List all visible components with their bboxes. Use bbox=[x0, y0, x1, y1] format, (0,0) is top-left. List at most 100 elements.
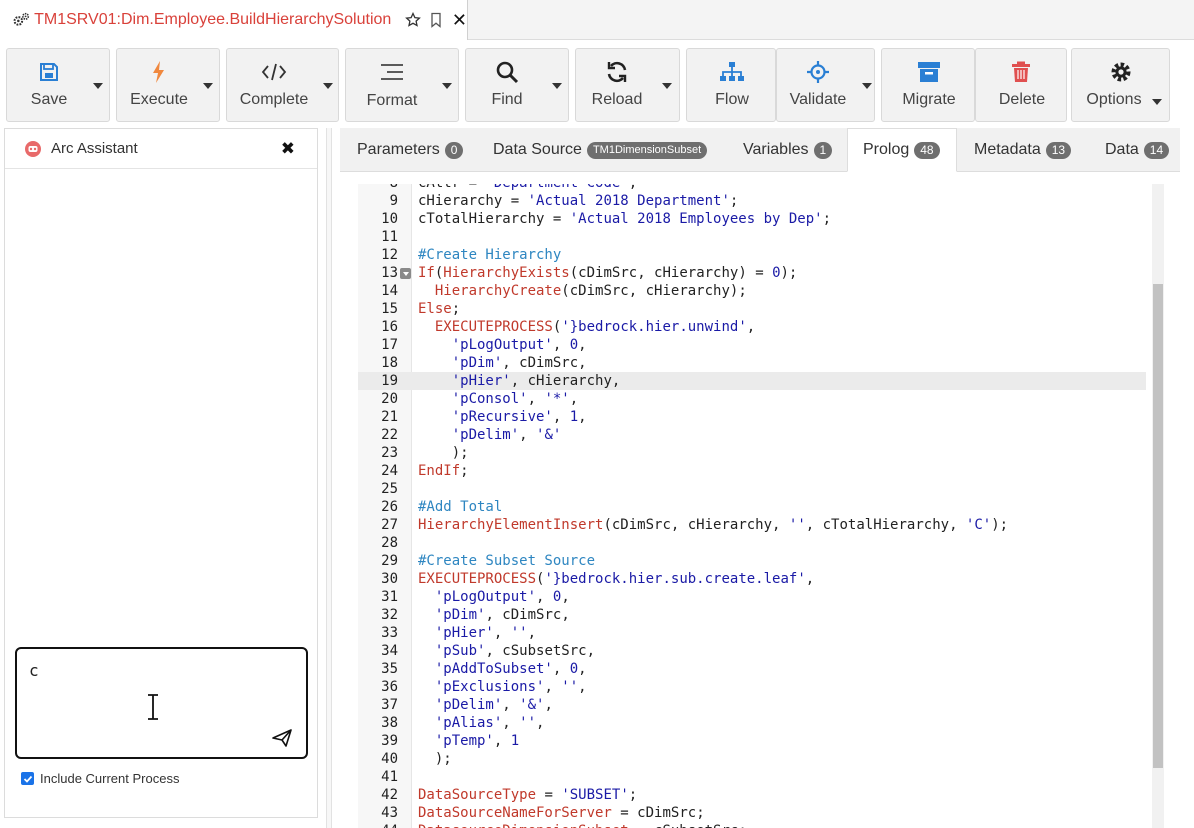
code-line[interactable]: 19 'pHier', cHierarchy, bbox=[358, 372, 1146, 390]
tab-data[interactable]: Data 14 bbox=[1105, 128, 1170, 172]
robot-icon bbox=[25, 140, 41, 157]
code-line[interactable]: 43 DataSourceNameForServer = cDimSrc; bbox=[358, 804, 1146, 822]
tab-metadata[interactable]: Metadata 13 bbox=[974, 128, 1072, 172]
code-line[interactable]: 15 Else; bbox=[358, 300, 1146, 318]
code-line[interactable]: 37 'pDelim', '&', bbox=[358, 696, 1146, 714]
code-line[interactable]: 27 HierarchyElementInsert(cDimSrc, cHiera… bbox=[358, 516, 1146, 534]
assistant-header: Arc Assistant ✖ bbox=[5, 129, 317, 169]
fold-toggle-icon[interactable] bbox=[400, 268, 411, 279]
line-number: 28 bbox=[381, 535, 398, 551]
tab-prolog[interactable]: Prolog 48 bbox=[847, 128, 957, 172]
code-line[interactable]: 20 'pConsol', '*', bbox=[358, 390, 1146, 408]
tab-data-source[interactable]: Data Source TM1DimensionSubset bbox=[493, 128, 708, 172]
editor-scrollbar[interactable] bbox=[1152, 184, 1164, 828]
save-dropdown-caret[interactable] bbox=[93, 83, 103, 89]
checkbox-checked-icon[interactable] bbox=[21, 772, 34, 785]
code-text: #Add Total bbox=[418, 499, 503, 515]
code-text: EXECUTEPROCESS('}bedrock.hier.unwind', bbox=[434, 319, 756, 335]
code-line[interactable]: 18 'pDim', cDimSrc, bbox=[358, 354, 1146, 372]
code-text: HierarchyElementInsert(cDimSrc, cHierarc… bbox=[418, 517, 1009, 533]
send-icon[interactable] bbox=[272, 729, 292, 747]
line-number: 23 bbox=[381, 445, 398, 461]
assistant-chat-input[interactable]: c bbox=[15, 647, 308, 759]
validate-button[interactable]: Validate bbox=[776, 48, 875, 122]
code-line[interactable]: 36 'pExclusions', '', bbox=[358, 678, 1146, 696]
execute-button[interactable]: Execute bbox=[116, 48, 220, 122]
code-line[interactable]: 41 bbox=[358, 768, 1146, 786]
reload-button[interactable]: Reload bbox=[575, 48, 680, 122]
code-text: 'pDim', cDimSrc, bbox=[434, 607, 570, 623]
code-line[interactable]: 26 #Add Total bbox=[358, 498, 1146, 516]
bookmark-icon[interactable] bbox=[428, 11, 444, 29]
code-line[interactable]: 22 'pDelim', '&' bbox=[358, 426, 1146, 444]
migrate-button[interactable]: Migrate bbox=[881, 48, 975, 122]
execute-dropdown-caret[interactable] bbox=[203, 83, 213, 89]
line-number: 12 bbox=[381, 247, 398, 263]
format-dropdown-caret[interactable] bbox=[442, 83, 452, 89]
complete-dropdown-caret[interactable] bbox=[323, 83, 333, 89]
code-line[interactable]: 33 'pHier', '', bbox=[358, 624, 1146, 642]
chat-input-value: c bbox=[29, 661, 39, 680]
code-line[interactable]: 16 EXECUTEPROCESS('}bedrock.hier.unwind'… bbox=[358, 318, 1146, 336]
options-dropdown-caret[interactable] bbox=[1152, 99, 1162, 105]
code-editor[interactable]: 8 cAttr = 'Department Code'; 9 cHierarchy =… bbox=[358, 184, 1164, 828]
complete-button[interactable]: Complete bbox=[226, 48, 339, 122]
code-text: #Create Subset Source bbox=[418, 553, 596, 569]
code-text: 'pDelim', '&' bbox=[451, 427, 562, 443]
include-current-process-label: Include Current Process bbox=[40, 771, 180, 786]
code-line[interactable]: 17 'pLogOutput', 0, bbox=[358, 336, 1146, 354]
code-line[interactable]: 23 ); bbox=[358, 444, 1146, 462]
panel-splitter[interactable] bbox=[326, 128, 332, 828]
close-tab-icon[interactable]: ✕ bbox=[452, 11, 467, 29]
code-line[interactable]: 11 bbox=[358, 228, 1146, 246]
code-line[interactable]: 10 cTotalHierarchy = 'Actual 2018 Employe… bbox=[358, 210, 1146, 228]
document-tab[interactable]: TM1SRV01:Dim.Employee.BuildHierarchySolu… bbox=[0, 0, 468, 40]
arc-assistant-panel: Arc Assistant ✖ c Include Current Proces… bbox=[4, 128, 318, 818]
code-line[interactable]: 39 'pTemp', 1 bbox=[358, 732, 1146, 750]
code-line[interactable]: 25 bbox=[358, 480, 1146, 498]
code-line[interactable]: 32 'pDim', cDimSrc, bbox=[358, 606, 1146, 624]
validate-crosshair-icon bbox=[797, 59, 839, 85]
code-line[interactable]: 9 cHierarchy = 'Actual 2018 Department'; bbox=[358, 192, 1146, 210]
code-line[interactable]: 28 bbox=[358, 534, 1146, 552]
line-number: 32 bbox=[381, 607, 398, 623]
count-badge: 48 bbox=[914, 141, 940, 159]
code-line[interactable]: 14 HierarchyCreate(cDimSrc, cHierarchy); bbox=[358, 282, 1146, 300]
count-badge: 13 bbox=[1045, 141, 1072, 159]
find-button[interactable]: Find bbox=[465, 48, 569, 122]
count-badge: 14 bbox=[1143, 141, 1170, 159]
code-line[interactable]: 38 'pAlias', '', bbox=[358, 714, 1146, 732]
find-dropdown-caret[interactable] bbox=[552, 83, 562, 89]
code-line[interactable]: 31 'pLogOutput', 0, bbox=[358, 588, 1146, 606]
tab-variables[interactable]: Variables 1 bbox=[743, 128, 833, 172]
line-number: 13 bbox=[381, 265, 398, 281]
options-button[interactable]: Options bbox=[1071, 48, 1170, 122]
flow-button[interactable]: Flow bbox=[686, 48, 776, 122]
line-number: 40 bbox=[381, 751, 398, 767]
format-button[interactable]: Format bbox=[345, 48, 459, 122]
code-line[interactable]: 8 cAttr = 'Department Code'; bbox=[358, 184, 1146, 192]
validate-dropdown-caret[interactable] bbox=[862, 83, 872, 89]
line-number: 26 bbox=[381, 499, 398, 515]
code-line[interactable]: 24 EndIf; bbox=[358, 462, 1146, 480]
code-line[interactable]: 12 #Create Hierarchy bbox=[358, 246, 1146, 264]
code-line[interactable]: 40 ); bbox=[358, 750, 1146, 768]
delete-button[interactable]: Delete bbox=[975, 48, 1067, 122]
include-current-process-checkbox[interactable]: Include Current Process bbox=[21, 771, 179, 786]
code-line[interactable]: 42 DataSourceType = 'SUBSET'; bbox=[358, 786, 1146, 804]
line-number: 43 bbox=[381, 805, 398, 821]
code-line[interactable]: 29 #Create Subset Source bbox=[358, 552, 1146, 570]
reload-dropdown-caret[interactable] bbox=[662, 83, 672, 89]
line-number: 33 bbox=[381, 625, 398, 641]
star-icon[interactable] bbox=[405, 11, 422, 29]
code-line[interactable]: 35 'pAddToSubset', 0, bbox=[358, 660, 1146, 678]
code-line[interactable]: 13 If(HierarchyExists(cDimSrc, cHierarchy… bbox=[358, 264, 1146, 282]
code-line[interactable]: 34 'pSub', cSubsetSrc, bbox=[358, 642, 1146, 660]
save-button[interactable]: Save bbox=[6, 48, 110, 122]
code-line[interactable]: 30 EXECUTEPROCESS('}bedrock.hier.sub.crea… bbox=[358, 570, 1146, 588]
code-line[interactable]: 44 DatasourceDimensionSubset = cSubsetSrc… bbox=[358, 822, 1146, 828]
editor-scrollbar-thumb[interactable] bbox=[1153, 284, 1163, 768]
tab-parameters[interactable]: Parameters 0 bbox=[357, 128, 464, 172]
close-assistant-icon[interactable]: ✖ bbox=[281, 139, 295, 159]
code-line[interactable]: 21 'pRecursive', 1, bbox=[358, 408, 1146, 426]
